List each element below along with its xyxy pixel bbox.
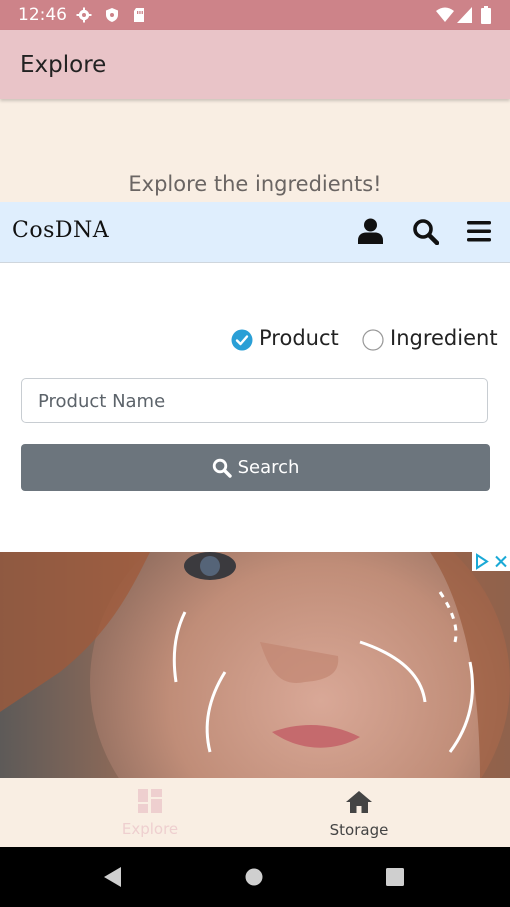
- nav-storage-label: Storage: [329, 821, 389, 839]
- adchoices-icon[interactable]: [472, 552, 492, 571]
- home-icon: [346, 791, 372, 818]
- settings-icon: [76, 7, 92, 23]
- search-button-icon: [212, 458, 232, 478]
- status-bar: 12:46: [0, 0, 510, 30]
- ad-image: [0, 552, 510, 778]
- menu-icon[interactable]: [467, 221, 491, 247]
- home-button-icon[interactable]: [245, 868, 263, 891]
- cosdna-logo[interactable]: CosDNA: [12, 218, 109, 243]
- search-icon[interactable]: [412, 218, 440, 250]
- page-title: Explore: [20, 52, 107, 78]
- nav-item-storage[interactable]: Storage: [289, 778, 429, 847]
- recents-icon[interactable]: [386, 868, 404, 891]
- nav-item-explore[interactable]: Explore: [80, 778, 220, 847]
- nav-explore-label: Explore: [121, 820, 179, 838]
- product-name-placeholder: Product Name: [38, 391, 166, 412]
- battery-icon: [481, 6, 491, 29]
- user-icon[interactable]: [358, 218, 383, 249]
- back-icon[interactable]: [103, 867, 123, 892]
- app-bar: Explore: [0, 30, 510, 99]
- radio-unchecked-icon: [362, 329, 384, 356]
- sim-card-icon: [131, 7, 147, 23]
- bottom-navigation: Explore Storage: [0, 778, 510, 847]
- radio-product-label: Product: [259, 326, 339, 350]
- shield-icon: [104, 7, 120, 23]
- search-button-label: Search: [237, 457, 300, 478]
- ad-close-icon[interactable]: [492, 552, 510, 571]
- product-name-input[interactable]: Product Name: [21, 378, 488, 423]
- wifi-icon: [436, 7, 454, 28]
- signal-icon: [457, 7, 472, 28]
- ad-banner[interactable]: [0, 552, 510, 778]
- search-button[interactable]: Search: [21, 444, 490, 491]
- status-time: 12:46: [18, 5, 67, 25]
- radio-checked-icon: [231, 329, 253, 356]
- explore-subtitle: Explore the ingredients!: [128, 172, 382, 196]
- radio-ingredient-label: Ingredient: [390, 326, 498, 350]
- dashboard-icon: [138, 789, 162, 818]
- system-nav-bar: [0, 847, 510, 907]
